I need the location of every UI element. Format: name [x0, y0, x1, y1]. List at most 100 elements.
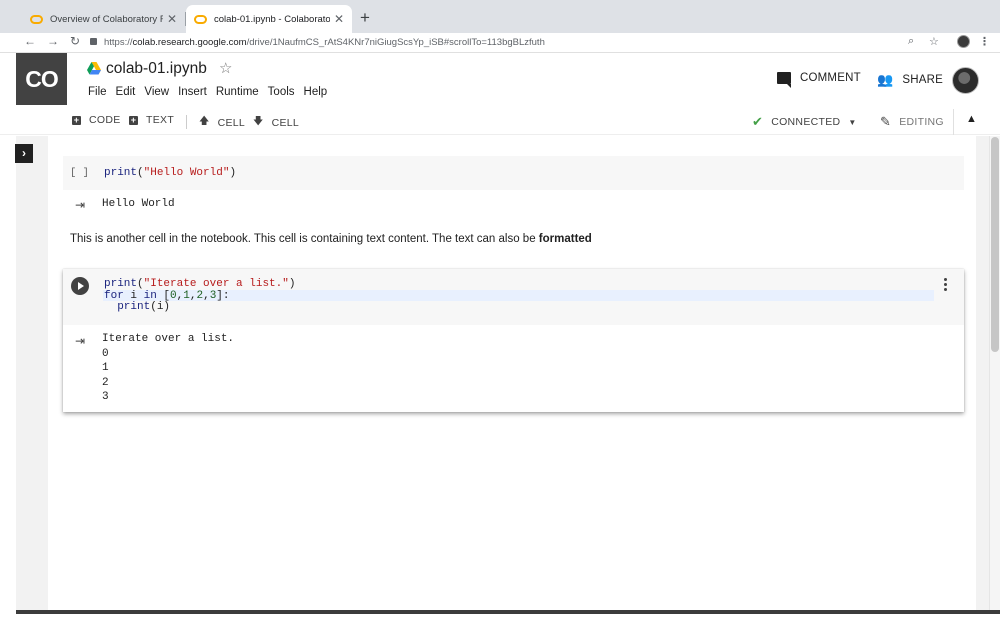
chevron-right-icon[interactable]: › [15, 144, 33, 163]
lock-icon [90, 38, 97, 45]
notebook-toolbar: + CODE + TEXT 🡅 CELL 🡇 CELL ✔ CONNECTED … [0, 109, 1000, 135]
back-arrow-icon[interactable]: ← [24, 34, 36, 48]
code-token: 0 [170, 289, 177, 302]
editing-mode-button[interactable]: ✎ EDITING [880, 114, 944, 130]
menu-edit[interactable]: Edit [116, 86, 136, 98]
toolbar-divider [953, 109, 954, 135]
forward-arrow-icon[interactable]: → [47, 34, 59, 48]
reload-icon[interactable]: ↻ [70, 34, 80, 48]
cell-output: Hello World [102, 198, 175, 210]
cell-up-label: CELL [217, 116, 246, 129]
menu-runtime[interactable]: Runtime [216, 86, 259, 98]
text-cell[interactable]: This is another cell in the notebook. Th… [70, 233, 592, 245]
menu-insert[interactable]: Insert [178, 86, 207, 98]
code-token: , [203, 289, 210, 302]
avatar[interactable] [952, 67, 979, 94]
text-label: TEXT [146, 114, 175, 126]
code-area[interactable]: print("Iterate over a list.") for i in [… [63, 269, 964, 325]
status-label: CONNECTED [771, 116, 841, 128]
move-cell-down-button[interactable]: 🡇 CELL [253, 114, 299, 131]
star-icon[interactable]: ☆ [219, 59, 232, 77]
toolbar-divider [186, 115, 187, 129]
code-token: ( [137, 167, 144, 179]
code-editor[interactable]: print("Iterate over a list.") for i in [… [104, 278, 296, 314]
code-label: CODE [89, 114, 121, 126]
code-token: i [123, 289, 144, 302]
mode-label: EDITING [899, 116, 944, 128]
colab-logo[interactable]: CO [16, 53, 67, 105]
menu-dots-icon[interactable]: ⋮ [979, 35, 990, 48]
move-cell-up-button[interactable]: 🡅 CELL [199, 114, 245, 131]
code-token: (i) [150, 301, 171, 313]
menu-tools[interactable]: Tools [268, 86, 295, 98]
profile-icon[interactable] [957, 35, 970, 48]
close-icon[interactable]: ✕ [167, 12, 177, 26]
code-token: for [104, 289, 124, 302]
plus-box-icon: + [129, 114, 138, 125]
code-token: "Iterate over a list." [143, 278, 289, 290]
share-label: SHARE [902, 74, 944, 86]
code-token: ) [229, 167, 237, 179]
new-tab-button[interactable]: + [356, 7, 374, 29]
notebook-title[interactable]: colab-01.ipynb [106, 60, 207, 78]
cell-down-label: CELL [271, 116, 300, 129]
drive-icon [87, 62, 101, 75]
share-button[interactable]: 👥 SHARE [877, 72, 943, 88]
code-token: print [104, 167, 138, 179]
code-token: print [117, 301, 151, 313]
close-icon[interactable]: ✕ [334, 12, 344, 26]
colab-icon [30, 14, 43, 24]
code-token: print [104, 278, 138, 290]
code-cell-1[interactable]: [ ] print("Hello World") [63, 156, 964, 190]
pencil-icon: ✎ [880, 114, 892, 129]
zoom-icon[interactable]: ⌕ [908, 35, 914, 48]
output-icon[interactable]: ⇥ [75, 334, 85, 348]
run-icon[interactable] [71, 277, 89, 295]
runtime-status-button[interactable]: ✔ CONNECTED ▼ [752, 114, 857, 130]
scrollbar-thumb[interactable] [991, 137, 999, 352]
code-token: ( [137, 278, 144, 290]
menu-view[interactable]: View [144, 86, 169, 98]
plus-box-icon: + [72, 114, 81, 125]
url-field[interactable]: https://colab.research.google.com/drive/… [90, 35, 980, 51]
comment-button[interactable]: COMMENT [777, 72, 861, 88]
add-code-button[interactable]: + CODE [72, 114, 121, 126]
arrow-up-icon: 🡅 [199, 116, 210, 127]
colab-icon [194, 14, 207, 24]
code-cell-2[interactable]: print("Iterate over a list.") for i in [… [63, 269, 964, 412]
code-token: 1 [183, 289, 190, 302]
code-editor[interactable]: print("Hello World") [104, 167, 236, 179]
more-vert-icon[interactable] [944, 278, 948, 293]
cell-output: Iterate over a list. 0 1 2 3 [102, 333, 235, 403]
tab-title: Overview of Colaboratory Feat [50, 13, 163, 25]
text-content: This is another cell in the notebook. Th… [70, 233, 539, 245]
url-path: /drive/1NaufmCS_rAtS4KNr7niGiugScsYp_iSB… [246, 37, 545, 48]
bottom-bar [16, 610, 1000, 614]
browser-tab-notebook[interactable]: colab-01.ipynb - Colaboratory ✕ [186, 5, 352, 33]
code-token: in [143, 289, 157, 302]
add-text-button[interactable]: + TEXT [129, 114, 174, 126]
output-icon[interactable]: ⇥ [75, 198, 85, 212]
text-bold: formatted [538, 233, 592, 245]
star-icon[interactable]: ☆ [929, 35, 939, 48]
menu-bar: File Edit View Insert Runtime Tools Help [88, 86, 327, 98]
comment-icon [777, 72, 791, 88]
tab-title: colab-01.ipynb - Colaboratory [214, 13, 330, 25]
url-prefix: https:// [104, 37, 133, 48]
menu-help[interactable]: Help [304, 86, 328, 98]
address-bar: ← → ↻ https://colab.research.google.com/… [0, 33, 1000, 53]
code-token: ]: [216, 289, 230, 302]
arrow-down-icon: 🡇 [253, 116, 264, 127]
caret-down-icon: ▼ [848, 117, 857, 127]
cell-prompt[interactable]: [ ] [70, 167, 89, 179]
code-token: ) [288, 278, 296, 290]
chevron-up-icon[interactable]: ▲ [966, 113, 977, 125]
check-icon: ✔ [752, 114, 764, 129]
browser-tab-overview[interactable]: Overview of Colaboratory Feat ✕ [22, 5, 185, 33]
url-host: colab.research.google.com [132, 37, 247, 48]
code-token: [ [156, 289, 171, 302]
people-icon: 👥 [877, 72, 894, 87]
menu-file[interactable]: File [88, 86, 107, 98]
code-token: "Hello World" [143, 167, 230, 179]
